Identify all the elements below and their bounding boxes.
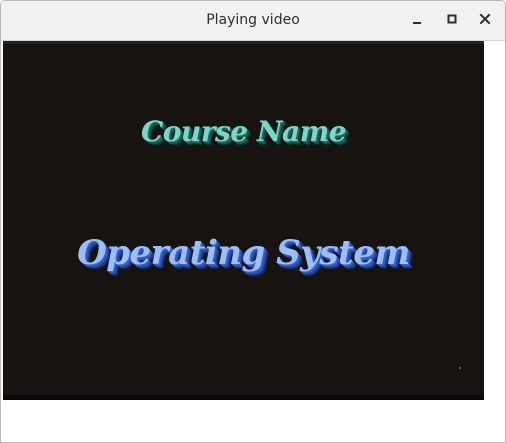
- video-top-edge: [3, 41, 484, 44]
- close-icon: [479, 13, 491, 25]
- close-button[interactable]: [474, 9, 496, 31]
- maximize-button[interactable]: [441, 9, 463, 31]
- video-bottom-edge: [3, 395, 484, 400]
- title-bar[interactable]: Playing video: [1, 1, 505, 41]
- course-name-caption: Course Name: [140, 115, 347, 148]
- minimize-icon: [413, 22, 421, 24]
- course-title-caption: Operating System: [77, 233, 410, 273]
- minimize-button[interactable]: [406, 9, 428, 31]
- video-frame[interactable]: Course Name Operating System: [3, 41, 484, 400]
- maximize-icon: [447, 14, 457, 24]
- window-title: Playing video: [206, 12, 300, 28]
- video-noise-speck: [459, 367, 461, 369]
- video-window: Playing video Course Name Operating Syst…: [0, 0, 506, 443]
